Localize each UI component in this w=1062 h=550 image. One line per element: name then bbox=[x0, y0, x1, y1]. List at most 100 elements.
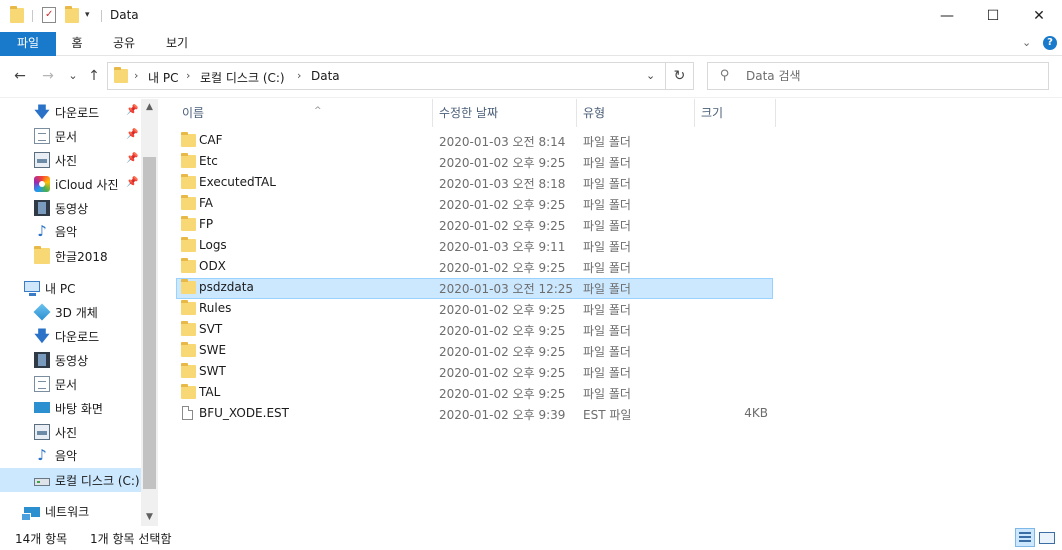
customize-quick-access-icon[interactable]: ▾ bbox=[85, 10, 90, 20]
address-bar[interactable]: › 내 PC › 로컬 디스크 (C:) › Data ⌄ bbox=[107, 62, 666, 90]
folder-icon bbox=[181, 195, 196, 210]
column-header-type[interactable]: 유형 bbox=[577, 99, 695, 127]
help-icon[interactable]: ? bbox=[1043, 36, 1057, 50]
sort-ascending-icon: ^ bbox=[314, 106, 322, 116]
folder-icon[interactable] bbox=[10, 6, 24, 23]
file-name: ODX bbox=[199, 259, 226, 273]
sidebar-item-videos-pc[interactable]: 동영상 bbox=[34, 348, 88, 372]
scroll-down-button[interactable]: ▼ bbox=[141, 509, 158, 526]
table-row[interactable]: SWE 2020-01-02 오후 9:25 파일 폴더 bbox=[176, 341, 773, 362]
ribbon-tabs: 파일 홈 공유 보기 ⌄ ? bbox=[0, 32, 1062, 56]
column-header-date[interactable]: 수정한 날짜 bbox=[433, 99, 577, 127]
sidebar-item-hangul2018[interactable]: 한글2018 bbox=[34, 244, 108, 268]
close-button[interactable]: ✕ bbox=[1016, 0, 1062, 32]
breadcrumb-data[interactable]: Data bbox=[311, 69, 340, 83]
sidebar-item-documents-pc[interactable]: 문서 bbox=[34, 372, 77, 396]
scrollbar-thumb[interactable] bbox=[143, 157, 156, 489]
folder-icon bbox=[181, 279, 196, 294]
tab-view[interactable]: 보기 bbox=[155, 32, 199, 56]
file-list: 이름 ^ 수정한 날짜 유형 크기 CAF 2020-01-03 오전 8:14… bbox=[158, 99, 1062, 526]
sidebar-item-3d-objects[interactable]: 3D 개체 bbox=[33, 300, 98, 324]
pin-icon[interactable]: 📌 bbox=[126, 105, 138, 116]
scroll-up-button[interactable]: ▲ bbox=[141, 99, 158, 116]
chevron-down-icon[interactable]: ⌄ bbox=[1022, 36, 1031, 49]
minimize-button[interactable]: — bbox=[924, 0, 970, 32]
table-row[interactable]: ExecutedTAL 2020-01-03 오전 8:18 파일 폴더 bbox=[176, 173, 773, 194]
breadcrumb-this-pc[interactable]: 내 PC bbox=[148, 69, 178, 86]
back-button[interactable]: ← bbox=[10, 66, 30, 86]
divider bbox=[101, 10, 102, 22]
large-icons-view-icon[interactable] bbox=[1037, 528, 1057, 547]
table-row[interactable]: SVT 2020-01-02 오후 9:25 파일 폴더 bbox=[176, 320, 773, 341]
sidebar-item-downloads-pc[interactable]: 🡇 다운로드 bbox=[34, 324, 99, 348]
table-row[interactable]: BFU_XODE.EST 2020-01-02 오후 9:39 EST 파일 4… bbox=[176, 404, 773, 425]
sidebar-item-videos[interactable]: 동영상 bbox=[34, 196, 88, 220]
column-header-size[interactable]: 크기 bbox=[695, 99, 776, 127]
sidebar-item-this-pc[interactable]: 내 PC bbox=[24, 276, 75, 300]
up-button[interactable]: ↑ bbox=[84, 66, 104, 86]
table-row[interactable]: Etc 2020-01-02 오후 9:25 파일 폴더 bbox=[176, 152, 773, 173]
tab-file[interactable]: 파일 bbox=[0, 32, 56, 56]
recent-locations-button[interactable]: ⌄ bbox=[63, 66, 83, 86]
new-folder-icon[interactable] bbox=[65, 6, 79, 23]
sidebar-item-desktop[interactable]: 바탕 화면 bbox=[34, 396, 103, 420]
3d-objects-icon bbox=[33, 303, 51, 321]
table-row[interactable]: Logs 2020-01-03 오후 9:11 파일 폴더 bbox=[176, 236, 773, 257]
refresh-button[interactable]: ↻ bbox=[666, 62, 694, 90]
folder-icon bbox=[114, 67, 128, 83]
sidebar-item-pictures-pc[interactable]: 사진 bbox=[34, 420, 77, 444]
properties-icon[interactable]: ✓ bbox=[42, 7, 56, 23]
document-icon bbox=[34, 376, 50, 392]
maximize-button[interactable]: ☐ bbox=[970, 0, 1016, 32]
network-icon bbox=[21, 507, 40, 521]
tab-share[interactable]: 공유 bbox=[102, 32, 146, 56]
table-row[interactable]: Rules 2020-01-02 오후 9:25 파일 폴더 bbox=[176, 299, 773, 320]
file-type: 파일 폴더 bbox=[583, 282, 631, 296]
table-row[interactable]: ODX 2020-01-02 오후 9:25 파일 폴더 bbox=[176, 257, 773, 278]
sidebar-item-icloud-photos[interactable]: iCloud 사진 bbox=[34, 172, 119, 196]
file-date: 2020-01-02 오후 9:39 bbox=[439, 408, 566, 422]
sidebar-item-music-pc[interactable]: ♪ 음악 bbox=[34, 443, 77, 467]
file-size: 4KB bbox=[744, 406, 768, 420]
file-name: TAL bbox=[199, 385, 221, 399]
sidebar-item-downloads[interactable]: 🡇 다운로드 bbox=[34, 100, 99, 124]
sidebar-scrollbar[interactable]: ▲ ▼ bbox=[141, 99, 158, 526]
icloud-photos-icon bbox=[34, 176, 50, 192]
table-row[interactable]: FP 2020-01-02 오후 9:25 파일 폴더 bbox=[176, 215, 773, 236]
column-header-name[interactable]: 이름 ^ bbox=[176, 99, 433, 127]
sidebar-item-music[interactable]: ♪ 음악 bbox=[34, 219, 77, 243]
table-row[interactable]: FA 2020-01-02 오후 9:25 파일 폴더 bbox=[176, 194, 773, 215]
breadcrumb-local-disk[interactable]: 로컬 디스크 (C:) bbox=[200, 69, 285, 86]
details-view-icon[interactable] bbox=[1015, 528, 1035, 547]
item-count: 14개 항목 bbox=[15, 532, 68, 546]
sidebar-item-local-disk[interactable]: 로컬 디스크 (C:) bbox=[0, 468, 141, 492]
sidebar-item-network[interactable]: 네트워크 bbox=[21, 499, 89, 523]
navigation-bar: ← → ⌄ ↑ › 내 PC › 로컬 디스크 (C:) › Data ⌄ ↻ … bbox=[0, 56, 1062, 98]
forward-button[interactable]: → bbox=[38, 66, 58, 86]
sidebar-item-pictures[interactable]: 사진 bbox=[34, 148, 77, 172]
file-type: 파일 폴더 bbox=[583, 261, 631, 275]
column-header-label: 이름 bbox=[182, 106, 205, 120]
pin-icon[interactable]: 📌 bbox=[126, 177, 138, 188]
address-dropdown-icon[interactable]: ⌄ bbox=[646, 69, 655, 82]
sidebar-item-label: 한글2018 bbox=[55, 249, 108, 264]
table-row-selected[interactable]: psdzdata 2020-01-03 오전 12:25 파일 폴더 bbox=[176, 278, 773, 299]
pin-icon[interactable]: 📌 bbox=[126, 129, 138, 140]
search-box[interactable]: ⚲ bbox=[707, 62, 1049, 90]
folder-icon bbox=[181, 237, 196, 252]
tab-home[interactable]: 홈 bbox=[58, 32, 96, 56]
breadcrumb-separator[interactable]: › bbox=[134, 69, 138, 82]
search-input[interactable] bbox=[746, 66, 1036, 86]
breadcrumb-separator[interactable]: › bbox=[186, 69, 190, 82]
table-row[interactable]: TAL 2020-01-02 오후 9:25 파일 폴더 bbox=[176, 383, 773, 404]
folder-icon bbox=[181, 216, 196, 231]
sidebar-item-documents[interactable]: 문서 bbox=[34, 124, 77, 148]
desktop-icon bbox=[34, 401, 50, 413]
pin-icon[interactable]: 📌 bbox=[126, 153, 138, 164]
pictures-icon bbox=[34, 152, 50, 168]
table-row[interactable]: CAF 2020-01-03 오전 8:14 파일 폴더 bbox=[176, 131, 773, 152]
file-date: 2020-01-02 오후 9:25 bbox=[439, 156, 566, 170]
breadcrumb-separator[interactable]: › bbox=[297, 69, 301, 82]
table-row[interactable]: SWT 2020-01-02 오후 9:25 파일 폴더 bbox=[176, 362, 773, 383]
sidebar-item-label: 다운로드 bbox=[55, 329, 100, 344]
